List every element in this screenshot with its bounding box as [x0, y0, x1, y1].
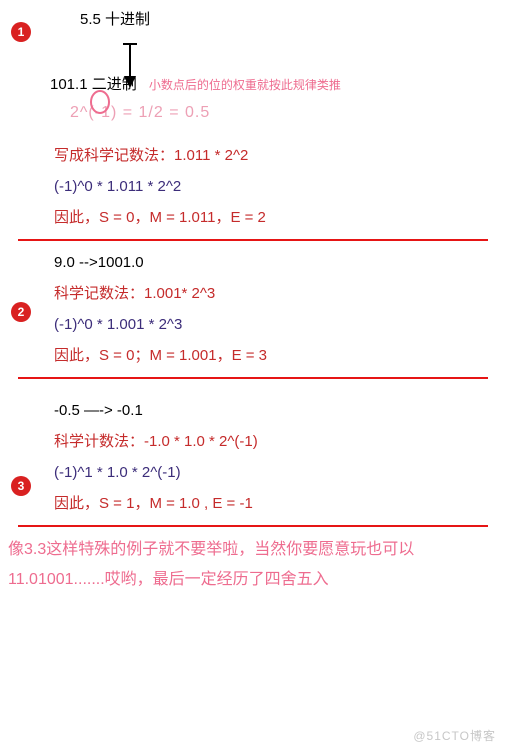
decimal-value: 5.5 十进制 [80, 8, 506, 29]
binary-after: 二进制 [88, 76, 137, 93]
sec3-conversion: -0.5 —-> -0.1 [54, 397, 506, 424]
binary-circled-digit: 1 [79, 76, 87, 93]
note-line-2: 11.01001.......哎哟，最后一定经历了四舍五入 [8, 565, 498, 595]
sec3-result: 因此，S = 1，M = 1.0 , E = -1 [54, 490, 506, 517]
sec1-negone: (-1)^0 * 1.011 * 2^2 [54, 173, 506, 200]
note-line-1: 像3.3这样特殊的例子就不要举啦，当然你要愿意玩也可以 [8, 535, 498, 565]
sec2-scientific: 科学记数法：1.001* 2^3 [54, 280, 506, 307]
power-equation: 2^(-1) = 1/2 = 0.5 [70, 104, 506, 122]
sec3-scientific: 科学计数法：-1.0 * 1.0 * 2^(-1) [54, 428, 506, 455]
separator-2 [18, 377, 488, 379]
separator-1 [18, 239, 488, 241]
sec2-conversion: 9.0 -->1001.0 [54, 249, 506, 276]
sec1-result: 因此，S = 0，M = 1.011，E = 2 [54, 204, 506, 231]
separator-3 [18, 525, 488, 527]
weight-annotation: 小数点后的位的权重就按此规律类推 [149, 78, 341, 92]
footer-note: 像3.3这样特殊的例子就不要举啦，当然你要愿意玩也可以 11.01001....… [8, 535, 498, 596]
watermark: @51CTO博客 [413, 727, 496, 744]
content-area: 5.5 十进制 101.1 二进制 小数点后的位的权重就按此规律类推 2^(-1… [0, 8, 506, 596]
sec2-result: 因此，S = 0；M = 1.001，E = 3 [54, 342, 506, 369]
sec3-negone: (-1)^1 * 1.0 * 2^(-1) [54, 459, 506, 486]
sec1-scientific: 写成科学记数法：1.011 * 2^2 [54, 142, 506, 169]
sec2-negone: (-1)^0 * 1.001 * 2^3 [54, 311, 506, 338]
binary-before: 101. [50, 76, 79, 93]
binary-row: 101.1 二进制 小数点后的位的权重就按此规律类推 [50, 73, 506, 94]
